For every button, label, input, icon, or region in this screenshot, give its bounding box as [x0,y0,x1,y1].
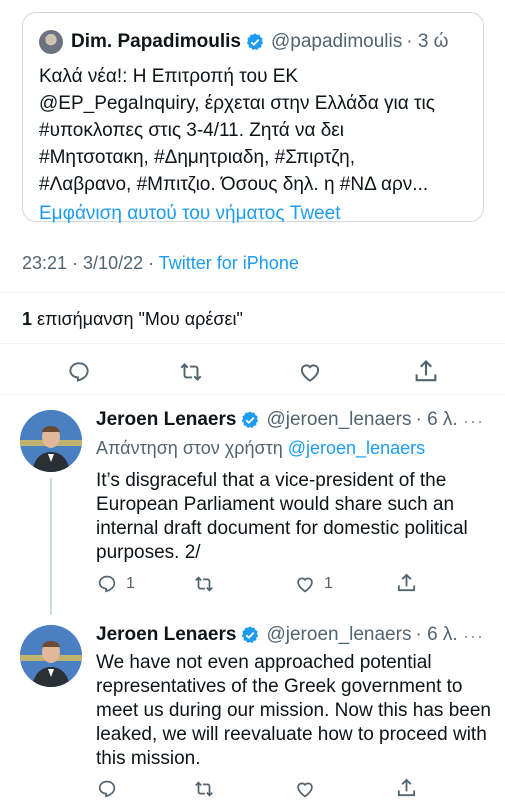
text-line: Καλά νέα!: Η Επιτροπή του ΕΚ [39,66,299,87]
reply-header: Jeroen Lenaers @jeroen_lenaers · 6 λ. [96,624,458,646]
share-icon [415,360,437,382]
verified-badge-icon [242,411,259,428]
author-handle[interactable]: @papadimoulis [271,31,402,53]
like-icon [300,364,320,382]
more-icon[interactable]: ··· [463,626,484,647]
tweet-time: · 6 λ. [415,624,458,645]
quoted-tweet-text: Καλά νέα!: Η Επιτροπή του ΕΚ @EP_PegaInq… [39,63,467,198]
like-button[interactable] [297,359,323,385]
likes-summary[interactable]: 1 επισήμανση "Μου αρέσει" [22,309,243,330]
retweet-button[interactable] [177,359,205,385]
retweet-icon [195,781,213,797]
thread-line [50,478,52,615]
tweet-time: · 6 λ. [415,409,458,430]
verified-badge-icon [242,626,259,643]
reply-count: 1 [126,575,135,592]
share-button[interactable] [395,777,418,800]
divider [0,292,505,293]
like-icon [297,577,313,593]
reply-button[interactable]: 1 [96,573,135,595]
main-tweet-actions [0,354,505,390]
text-line: @EP_PegaInquiry, έρχεται στην Ελλάδα για… [39,93,435,114]
avatar[interactable] [39,30,63,54]
likes-count: 1 [22,309,33,329]
avatar[interactable] [20,410,82,472]
divider [0,343,505,344]
author-name[interactable]: Jeroen Lenaers [96,624,236,646]
avatar[interactable] [20,625,82,687]
quoted-tweet-card[interactable]: Dim. Papadimoulis @papadimoulis · 3 ώ Κα… [22,12,484,224]
reply-text: We have not even approached potential re… [96,652,491,769]
quoted-tweet-header: Dim. Papadimoulis @papadimoulis · 3 ώ [39,27,467,57]
share-button[interactable] [395,572,418,595]
reply-text: It’s disgraceful that a vice-president o… [96,470,468,563]
tweet-source[interactable]: Twitter for iPhone [159,253,299,273]
tweet-meta: 23:21 · 3/10/22 · Twitter for iPhone [22,253,299,274]
author-name[interactable]: Jeroen Lenaers [96,409,236,431]
reply-icon [98,575,116,593]
author-handle[interactable]: @jeroen_lenaers [266,409,411,431]
replying-to: Απάντηση στον χρήστη @jeroen_lenaers [96,438,425,459]
retweet-button[interactable] [192,778,224,800]
like-button[interactable]: 1 [294,573,333,595]
reply-icon [69,362,89,382]
text-line: #Μητσοτακη, #Δημητριαδη, #Σπιρτζη, [39,147,356,168]
retweet-icon [180,363,202,381]
likes-label: επισήμανση "Μου αρέσει" [32,309,243,329]
more-icon[interactable]: ··· [463,411,484,432]
text-line: #Λαβρανο, #Μπιτζιο. Όσους δηλ. η #ΝΔ αρν… [39,174,429,195]
replying-prefix: Απάντηση στον χρήστη [96,438,288,458]
show-thread-link[interactable]: Εμφάνιση αυτού του νήματος Tweet [39,200,467,227]
author-name[interactable]: Dim. Papadimoulis [71,31,241,53]
reply-button[interactable] [96,778,126,800]
share-icon [397,573,416,592]
retweet-icon [195,576,213,592]
reply-tweet[interactable]: Jeroen Lenaers @jeroen_lenaers · 6 λ. ··… [0,615,505,805]
tweet-timestamp[interactable]: 23:21 · 3/10/22 · [22,253,159,273]
share-button[interactable] [412,358,440,386]
reply-header: Jeroen Lenaers @jeroen_lenaers · 6 λ. [96,409,458,431]
author-handle[interactable]: @jeroen_lenaers [266,624,411,646]
reply-button[interactable] [66,359,92,385]
text-line: #υποκλοπες στις 3-4/11. Ζητά να δει [39,120,345,141]
tweet-time: · 3 ώ [406,31,449,52]
reply-icon [98,780,116,798]
share-icon [397,778,416,797]
like-count: 1 [324,575,333,592]
reply-tweet[interactable]: Jeroen Lenaers @jeroen_lenaers · 6 λ. ··… [0,395,505,615]
like-icon [297,782,313,798]
like-button[interactable] [294,778,324,800]
replying-mention[interactable]: @jeroen_lenaers [288,438,425,458]
verified-badge-icon [246,33,264,50]
retweet-button[interactable] [192,573,224,595]
